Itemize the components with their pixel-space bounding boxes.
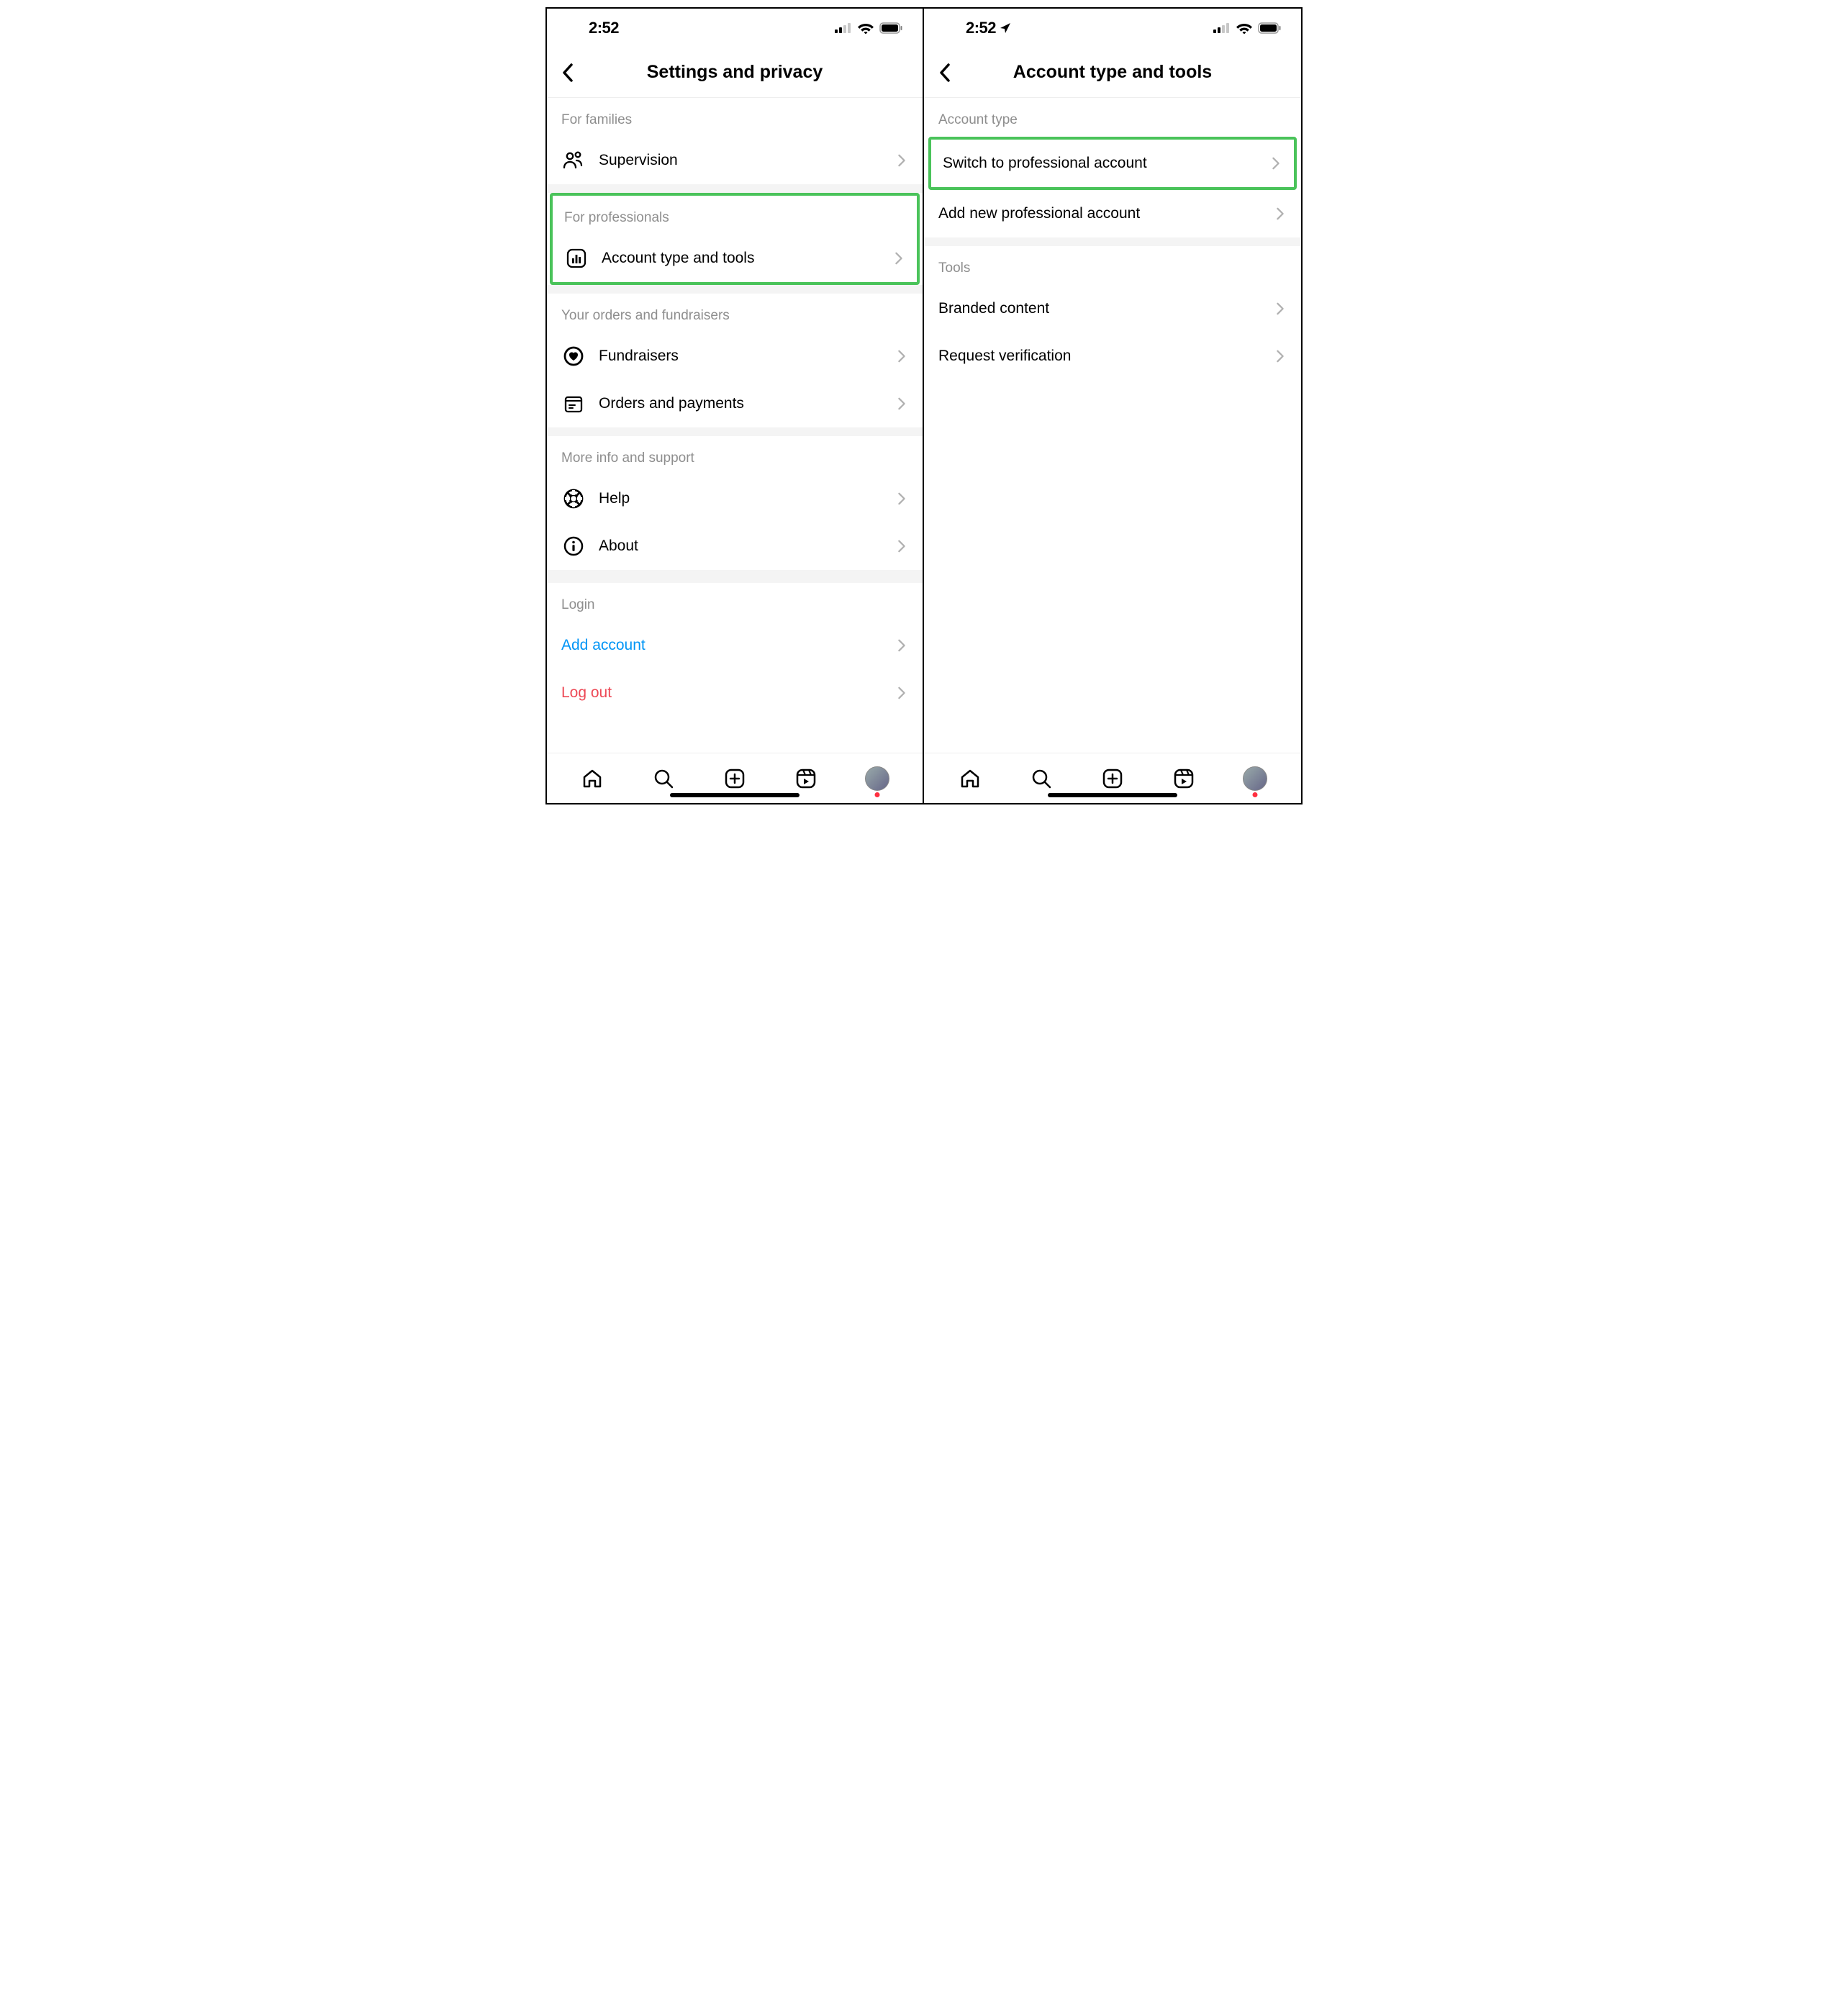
status-time: 2:52	[966, 19, 1012, 37]
row-request-verification[interactable]: Request verification	[924, 332, 1301, 380]
status-bar: 2:52	[924, 9, 1301, 47]
row-label: About	[599, 538, 895, 555]
chevron-right-icon	[895, 397, 908, 410]
row-label: Account type and tools	[602, 250, 892, 267]
notification-dot-icon	[874, 792, 879, 797]
nav-header: Settings and privacy	[547, 47, 923, 98]
row-about[interactable]: About	[547, 522, 923, 570]
section-header-account-type: Account type	[924, 98, 1301, 137]
chevron-right-icon	[1274, 350, 1287, 363]
avatar-icon	[1243, 766, 1267, 791]
row-label: Supervision	[599, 152, 895, 169]
row-switch-professional[interactable]: Switch to professional account	[931, 140, 1294, 187]
row-help[interactable]: Help	[547, 475, 923, 522]
supervision-icon	[561, 148, 586, 173]
row-label: Orders and payments	[599, 395, 895, 412]
section-header-families: For families	[547, 98, 923, 137]
row-supervision[interactable]: Supervision	[547, 137, 923, 184]
nav-header: Account type and tools	[924, 47, 1301, 98]
row-label: Add new professional account	[938, 205, 1274, 222]
tab-home[interactable]	[956, 764, 984, 793]
row-label: Request verification	[938, 348, 1274, 365]
wifi-icon	[858, 22, 874, 34]
status-icons	[1213, 22, 1281, 34]
status-time-text: 2:52	[966, 19, 996, 37]
wifi-icon	[1236, 22, 1252, 34]
back-button[interactable]	[934, 62, 956, 83]
chevron-right-icon	[1274, 302, 1287, 315]
battery-icon	[879, 22, 902, 34]
battery-icon	[1258, 22, 1281, 34]
tab-reels[interactable]	[1169, 764, 1198, 793]
status-bar: 2:52	[547, 9, 923, 47]
orders-icon	[561, 391, 586, 416]
chevron-right-icon	[1274, 207, 1287, 220]
tab-home[interactable]	[578, 764, 607, 793]
row-branded-content[interactable]: Branded content	[924, 285, 1301, 332]
row-label: Switch to professional account	[943, 155, 1269, 172]
cellular-icon	[835, 23, 852, 33]
chevron-right-icon	[892, 252, 905, 265]
help-icon	[561, 486, 586, 511]
chevron-right-icon	[895, 540, 908, 553]
row-add-professional[interactable]: Add new professional account	[924, 190, 1301, 237]
page-title: Settings and privacy	[547, 62, 923, 83]
chevron-right-icon	[895, 350, 908, 363]
status-time-text: 2:52	[589, 19, 619, 37]
cellular-icon	[1213, 23, 1231, 33]
row-label: Branded content	[938, 300, 1274, 317]
status-time: 2:52	[589, 19, 619, 37]
back-button[interactable]	[557, 62, 579, 83]
tab-profile[interactable]	[1241, 764, 1269, 793]
chevron-right-icon	[895, 639, 908, 652]
tab-create[interactable]	[720, 764, 749, 793]
row-label: Fundraisers	[599, 348, 895, 365]
phone-settings-privacy: 2:52 Settings and privacy For families S…	[547, 9, 924, 803]
chevron-right-icon	[895, 492, 908, 505]
row-label: Log out	[561, 684, 895, 702]
row-add-account[interactable]: Add account	[547, 622, 923, 669]
phone-account-type-tools: 2:52 Account type and tools Account type…	[924, 9, 1301, 803]
tab-create[interactable]	[1098, 764, 1127, 793]
section-header-support: More info and support	[547, 436, 923, 475]
highlighted-switch-pro: Switch to professional account	[928, 137, 1297, 190]
chevron-right-icon	[895, 154, 908, 167]
row-label: Add account	[561, 637, 895, 654]
avatar-icon	[865, 766, 889, 791]
page-title: Account type and tools	[924, 62, 1301, 83]
chevron-right-icon	[1269, 157, 1282, 170]
row-orders-payments[interactable]: Orders and payments	[547, 380, 923, 427]
home-indicator	[1048, 793, 1177, 797]
section-header-tools: Tools	[924, 246, 1301, 285]
tab-search[interactable]	[649, 764, 678, 793]
row-log-out[interactable]: Log out	[547, 669, 923, 717]
tab-profile[interactable]	[863, 764, 892, 793]
home-indicator	[670, 793, 800, 797]
row-account-type-tools[interactable]: Account type and tools	[553, 235, 917, 282]
section-header-login: Login	[547, 583, 923, 622]
settings-content: For families Supervision For professiona…	[547, 98, 923, 753]
notification-dot-icon	[1253, 792, 1258, 797]
row-label: Help	[599, 490, 895, 507]
fundraisers-icon	[561, 344, 586, 368]
chevron-right-icon	[895, 686, 908, 699]
status-icons	[835, 22, 902, 34]
about-icon	[561, 534, 586, 558]
section-header-professionals: For professionals	[553, 196, 917, 235]
insights-icon	[564, 246, 589, 271]
location-icon	[999, 22, 1012, 35]
account-type-content: Account type Switch to professional acco…	[924, 98, 1301, 753]
row-fundraisers[interactable]: Fundraisers	[547, 332, 923, 380]
tab-reels[interactable]	[792, 764, 820, 793]
tab-search[interactable]	[1027, 764, 1056, 793]
section-header-orders: Your orders and fundraisers	[547, 294, 923, 332]
highlighted-professionals: For professionals Account type and tools	[550, 193, 920, 285]
